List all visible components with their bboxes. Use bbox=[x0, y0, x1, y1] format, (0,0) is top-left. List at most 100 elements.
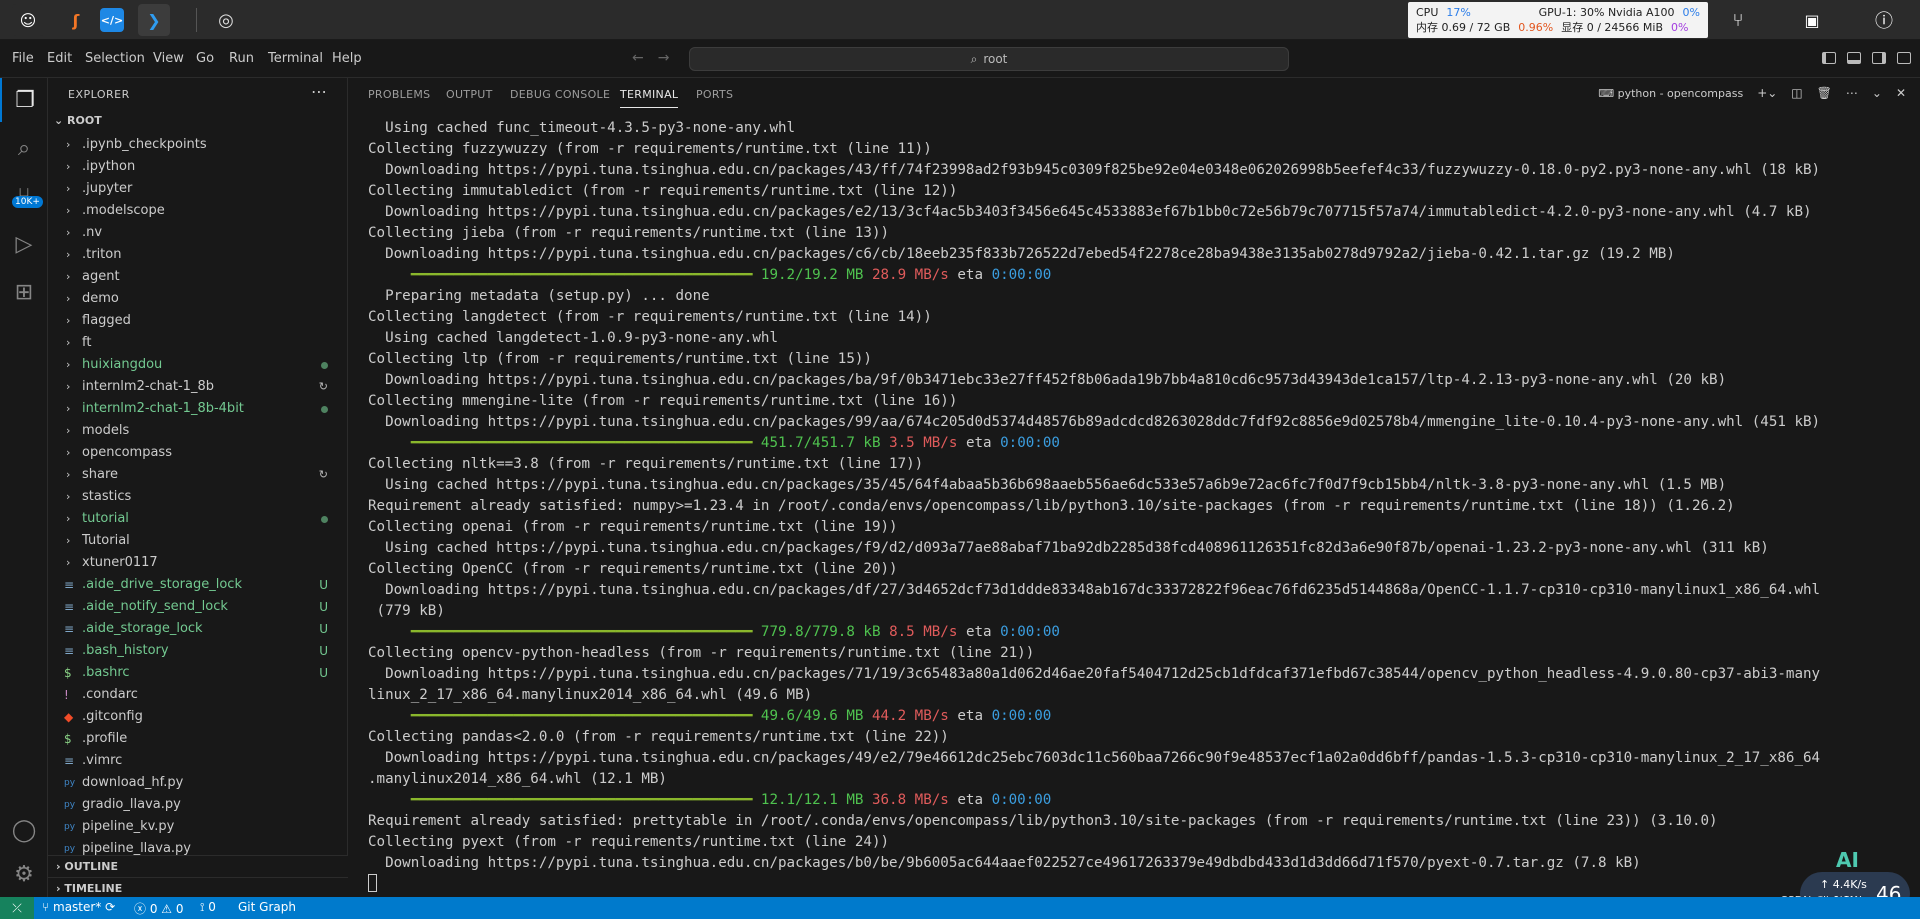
menu-edit[interactable]: Edit bbox=[47, 51, 72, 66]
tree-folder[interactable]: › .nv bbox=[48, 222, 348, 244]
untracked-badge: U bbox=[319, 578, 328, 592]
tree-folder[interactable]: › flagged bbox=[48, 310, 348, 332]
shell-file-icon: $ bbox=[64, 666, 72, 680]
menu-selection[interactable]: Selection bbox=[85, 51, 145, 66]
progress-size: 19.2/19.2 MB bbox=[760, 267, 864, 283]
tree-file[interactable]: $ .bashrc U bbox=[48, 662, 348, 684]
compass-icon[interactable]: ◎ bbox=[210, 4, 242, 36]
terminal-line: Preparing metadata (setup.py) ... done bbox=[368, 288, 710, 304]
tree-folder[interactable]: › .jupyter bbox=[48, 178, 348, 200]
problems-status[interactable]: ⓧ 0 ⚠ 0 bbox=[134, 900, 184, 917]
branch-status[interactable]: ⑂ master* ⟳ bbox=[42, 900, 115, 914]
tab-problems[interactable]: PROBLEMS bbox=[368, 88, 430, 101]
tree-file[interactable]: ◆ .gitconfig bbox=[48, 706, 348, 728]
toggle-secondary-sidebar-icon[interactable] bbox=[1872, 52, 1886, 64]
ports-status[interactable]: ⟟ 0 bbox=[200, 900, 216, 915]
tree-file[interactable]: ≡ .bash_history U bbox=[48, 640, 348, 662]
menu-go[interactable]: Go bbox=[196, 51, 214, 66]
progress-line: ━━━━━━━━━━━━━━━━━━━━━━━━━━━━━━━━━━━━━━━━… bbox=[368, 708, 1052, 724]
toggle-sidebar-icon[interactable] bbox=[1822, 52, 1836, 64]
jupyter-icon[interactable]: ʃ bbox=[60, 4, 92, 36]
toggle-panel-icon[interactable] bbox=[1847, 52, 1861, 64]
tree-folder[interactable]: › agent bbox=[48, 266, 348, 288]
menu-view[interactable]: View bbox=[153, 51, 184, 66]
menu-file[interactable]: File bbox=[12, 51, 34, 66]
tree-file[interactable]: ≡ .aide_drive_storage_lock U bbox=[48, 574, 348, 596]
explorer-root[interactable]: ⌄ ROOT bbox=[54, 114, 102, 127]
tree-folder[interactable]: › .ipynb_checkpoints bbox=[48, 134, 348, 156]
split-terminal-icon[interactable]: ◫ bbox=[1791, 86, 1802, 100]
more-icon[interactable]: ⋯ bbox=[1846, 86, 1858, 100]
tree-folder[interactable]: › xtuner0117 bbox=[48, 552, 348, 574]
terminal-output[interactable]: Using cached func_timeout-4.3.5-py3-none… bbox=[368, 118, 1900, 898]
vscode-icon[interactable]: ❯ bbox=[138, 4, 170, 36]
progress-line: ━━━━━━━━━━━━━━━━━━━━━━━━━━━━━━━━━━━━━━━━… bbox=[368, 435, 1060, 451]
tree-folder[interactable]: › .ipython bbox=[48, 156, 348, 178]
run-debug-icon[interactable]: ▷ bbox=[0, 222, 48, 266]
gear-icon[interactable]: ⚙ bbox=[0, 852, 48, 896]
tree-folder[interactable]: › internlm2-chat-1_8b ↻ bbox=[48, 376, 348, 398]
git-file-icon: ◆ bbox=[64, 710, 74, 724]
tree-file[interactable]: $ .profile bbox=[48, 728, 348, 750]
tree-folder[interactable]: › .modelscope bbox=[48, 200, 348, 222]
fork-icon[interactable]: ⑂ bbox=[1726, 8, 1750, 32]
tree-folder[interactable]: › ft bbox=[48, 332, 348, 354]
git-graph-button[interactable]: Git Graph bbox=[238, 900, 296, 914]
tab-debug-console[interactable]: DEBUG CONSOLE bbox=[510, 88, 610, 101]
terminal-selector[interactable]: ⌨ python - opencompass bbox=[1598, 87, 1743, 100]
search-icon[interactable]: ⌕ bbox=[0, 126, 48, 170]
ai-badge[interactable]: AI bbox=[1836, 848, 1859, 872]
tree-file[interactable]: ! .condarc bbox=[48, 684, 348, 706]
terminal-line: Collecting jieba (from -r requirements/r… bbox=[368, 225, 890, 241]
tree-folder[interactable]: › internlm2-chat-1_8b-4bit bbox=[48, 398, 348, 420]
tree-folder[interactable]: › models bbox=[48, 420, 348, 442]
timeline-section[interactable]: › TIMELINE bbox=[48, 877, 348, 899]
tree-folder[interactable]: › stastics bbox=[48, 486, 348, 508]
close-icon[interactable]: ✕ bbox=[1896, 86, 1906, 100]
menu-terminal[interactable]: Terminal bbox=[268, 51, 323, 66]
outline-section[interactable]: › OUTLINE bbox=[48, 855, 348, 877]
tree-file[interactable]: py download_hf.py bbox=[48, 772, 348, 794]
terminal-cursor-line[interactable] bbox=[368, 874, 1900, 896]
progress-eta: 0:00:00 bbox=[1000, 435, 1060, 451]
extensions-icon[interactable]: ⊞ bbox=[0, 270, 48, 314]
tree-file[interactable]: py gradio_llava.py bbox=[48, 794, 348, 816]
customize-layout-icon[interactable] bbox=[1897, 52, 1911, 64]
explorer-icon[interactable]: ❐ bbox=[0, 78, 48, 122]
chevron-down-icon[interactable]: ⌄ bbox=[1872, 86, 1882, 100]
account-icon[interactable]: ◯ bbox=[0, 808, 48, 852]
tree-folder[interactable]: › tutorial bbox=[48, 508, 348, 530]
menu-run[interactable]: Run bbox=[229, 51, 254, 66]
changes-icon: ↻ bbox=[318, 380, 328, 393]
app-logo-icon[interactable]: ☺ bbox=[12, 4, 44, 36]
tree-folder[interactable]: › Tutorial bbox=[48, 530, 348, 552]
trash-icon[interactable]: 🗑 bbox=[1817, 86, 1832, 100]
menu-help[interactable]: Help bbox=[332, 51, 362, 66]
tree-file[interactable]: ≡ .aide_storage_lock U bbox=[48, 618, 348, 640]
tree-folder[interactable]: › opencompass bbox=[48, 442, 348, 464]
tree-item-label: .gitconfig bbox=[82, 709, 143, 724]
code-editor-icon[interactable]: </> bbox=[100, 8, 124, 32]
tab-ports[interactable]: PORTS bbox=[696, 88, 733, 101]
new-terminal-icon[interactable]: +⌄ bbox=[1757, 86, 1777, 100]
panel-tabs: PROBLEMS OUTPUT DEBUG CONSOLE TERMINAL P… bbox=[348, 78, 1920, 112]
tree-folder[interactable]: › share ↻ bbox=[48, 464, 348, 486]
explorer-sidebar: EXPLORER ⋯ ⌄ ROOT › .ipynb_checkpoints › .i… bbox=[48, 78, 348, 899]
tree-file[interactable]: py pipeline_kv.py bbox=[48, 816, 348, 838]
tree-folder[interactable]: › .triton bbox=[48, 244, 348, 266]
nav-arrows[interactable]: ←→ bbox=[632, 50, 683, 66]
info-icon[interactable]: ⓘ bbox=[1872, 8, 1896, 32]
tree-folder[interactable]: › demo bbox=[48, 288, 348, 310]
terminal-line: Downloading https://pypi.tuna.tsinghua.e… bbox=[368, 246, 1675, 262]
command-center[interactable]: ⌕ root bbox=[689, 47, 1289, 71]
more-actions-icon[interactable]: ⋯ bbox=[311, 82, 327, 101]
terminal-line: Downloading https://pypi.tuna.tsinghua.e… bbox=[368, 204, 1812, 220]
tree-folder[interactable]: › huixiangdou bbox=[48, 354, 348, 376]
tab-terminal[interactable]: TERMINAL bbox=[620, 88, 679, 108]
remote-icon[interactable]: ⤫ bbox=[0, 897, 34, 919]
tree-file[interactable]: ≡ .aide_notify_send_lock U bbox=[48, 596, 348, 618]
arrow-up-icon: ↑ bbox=[1820, 878, 1833, 891]
tab-output[interactable]: OUTPUT bbox=[446, 88, 493, 101]
tree-file[interactable]: ≡ .vimrc bbox=[48, 750, 348, 772]
image-icon[interactable]: ▣ bbox=[1800, 8, 1824, 32]
